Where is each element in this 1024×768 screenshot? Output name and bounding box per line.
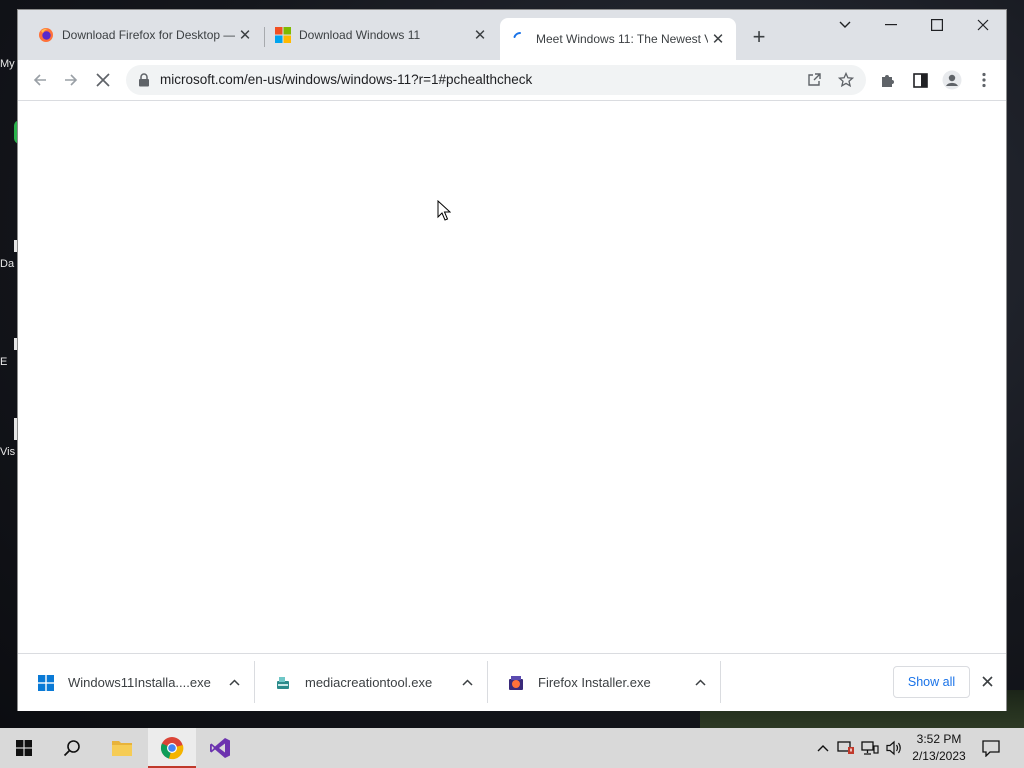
chrome-icon [160,737,184,760]
desktop-icon-label: E [0,356,8,368]
shield-warning-icon [837,741,854,754]
desktop-icon-visual-studio[interactable]: Vis [0,418,18,458]
stop-loading-button[interactable] [91,68,115,92]
search-icon [63,740,80,757]
firefox-icon [39,28,53,42]
loading-spinner-icon [513,32,521,38]
side-panel-button[interactable] [908,68,932,92]
desktop-icon-label: Da [0,258,15,270]
download-options-button[interactable] [222,671,246,695]
network-icon [861,741,879,755]
tab-title: Download Windows 11 [299,28,421,42]
new-tab-button[interactable]: + [746,25,772,51]
close-tab-icon[interactable]: ✕ [708,29,728,49]
side-panel-icon [912,72,928,88]
file-explorer-button[interactable] [98,728,146,768]
folder-icon [112,741,132,756]
volume-tray-icon[interactable] [884,738,904,758]
notification-icon [982,739,1000,757]
chrome-taskbar-button[interactable] [148,728,196,768]
network-tray-icon[interactable] [860,738,880,758]
tab-meet-windows-11[interactable]: Meet Windows 11: The Newest V ✕ [500,18,736,60]
chrome-window: Download Firefox for Desktop — ✕ Downloa… [18,10,1006,711]
visual-studio-icon [210,738,230,758]
speaker-icon [886,740,901,756]
lock-icon [139,73,149,87]
close-icon [981,675,993,687]
visual-studio-button[interactable] [196,728,244,768]
stop-icon [96,73,110,87]
back-arrow-icon [33,74,46,86]
tab-title: Meet Windows 11: The Newest V [536,32,708,46]
security-tray-icon[interactable] [836,738,856,758]
firefox-installer-icon [509,675,523,690]
profile-button[interactable] [940,68,964,92]
close-window-button[interactable] [960,10,1006,40]
close-icon [977,19,989,31]
tab-download-windows-11[interactable]: Download Windows 11 ✕ [265,20,498,50]
back-button[interactable] [28,68,52,92]
search-button[interactable] [48,728,96,768]
maximize-button[interactable] [914,10,960,40]
windows-start-icon [16,740,32,756]
chevron-up-icon [694,679,706,686]
tab-firefox-download[interactable]: Download Firefox for Desktop — ✕ [18,20,263,50]
avatar-icon [942,70,962,90]
download-filename: mediacreationtool.exe [305,675,433,690]
download-filename: Firefox Installer.exe [538,675,651,690]
media-creation-tool-icon [277,676,289,689]
download-shelf: Windows11Installa....exe mediacreationto… [18,653,1006,711]
puzzle-icon [882,75,894,87]
desktop-icon-app[interactable] [0,120,18,150]
close-tab-icon[interactable]: ✕ [470,25,490,45]
chevron-down-icon [839,21,851,28]
forward-button[interactable] [59,68,83,92]
desktop-icon-data[interactable]: Da [0,240,18,270]
windows-logo-icon [275,27,291,43]
taskbar-clock[interactable]: 3:52 PM 2/13/2023 [906,731,972,765]
browser-toolbar: microsoft.com/en-us/windows/windows-11?r… [18,60,1006,101]
clock-date: 2/13/2023 [912,749,966,763]
chevron-up-icon [228,679,240,686]
download-options-button[interactable] [455,671,479,695]
show-all-downloads-button[interactable]: Show all [893,666,970,698]
download-options-button[interactable] [688,671,712,695]
tab-search-button[interactable] [822,10,868,40]
address-bar[interactable]: microsoft.com/en-us/windows/windows-11?r… [126,65,866,95]
download-separator [720,661,721,703]
tab-strip: Download Firefox for Desktop — ✕ Downloa… [18,10,1006,60]
chevron-up-icon [461,679,473,686]
tab-title: Download Firefox for Desktop — [62,28,235,42]
mouse-cursor-icon [437,200,451,221]
chevron-up-icon [817,745,829,752]
desktop-icon-label: My [0,58,15,70]
show-hidden-icons-button[interactable] [813,738,833,758]
page-content-blank[interactable] [18,101,1006,653]
url-text: microsoft.com/en-us/windows/windows-11?r… [160,72,533,87]
download-filename: Windows11Installa....exe [68,675,211,690]
clock-time: 3:52 PM [916,732,962,746]
chrome-menu-button[interactable] [972,68,996,92]
desktop-icon-my-computer[interactable]: My [0,58,18,70]
close-tab-icon[interactable]: ✕ [235,25,255,45]
maximize-icon [931,19,943,31]
share-icon[interactable] [806,72,822,88]
close-download-shelf-button[interactable] [976,670,998,692]
download-item-mediacreationtool[interactable]: mediacreationtool.exe [255,654,487,711]
start-button[interactable] [0,728,48,768]
bookmark-star-icon[interactable] [838,72,854,88]
taskbar: 3:52 PM 2/13/2023 [0,728,1024,768]
minimize-button[interactable] [868,10,914,40]
forward-arrow-icon [65,74,78,86]
desktop-icon-label: Vis [0,446,16,458]
minimize-icon [885,24,897,26]
windows-logo-icon [38,674,54,691]
download-item-windows11installer[interactable]: Windows11Installa....exe [18,654,254,711]
download-item-firefox-installer[interactable]: Firefox Installer.exe [488,654,720,711]
desktop-icon-e[interactable]: E [0,338,18,368]
extensions-button[interactable] [876,68,900,92]
kebab-menu-icon [982,72,986,88]
notification-center-button[interactable] [981,738,1001,758]
